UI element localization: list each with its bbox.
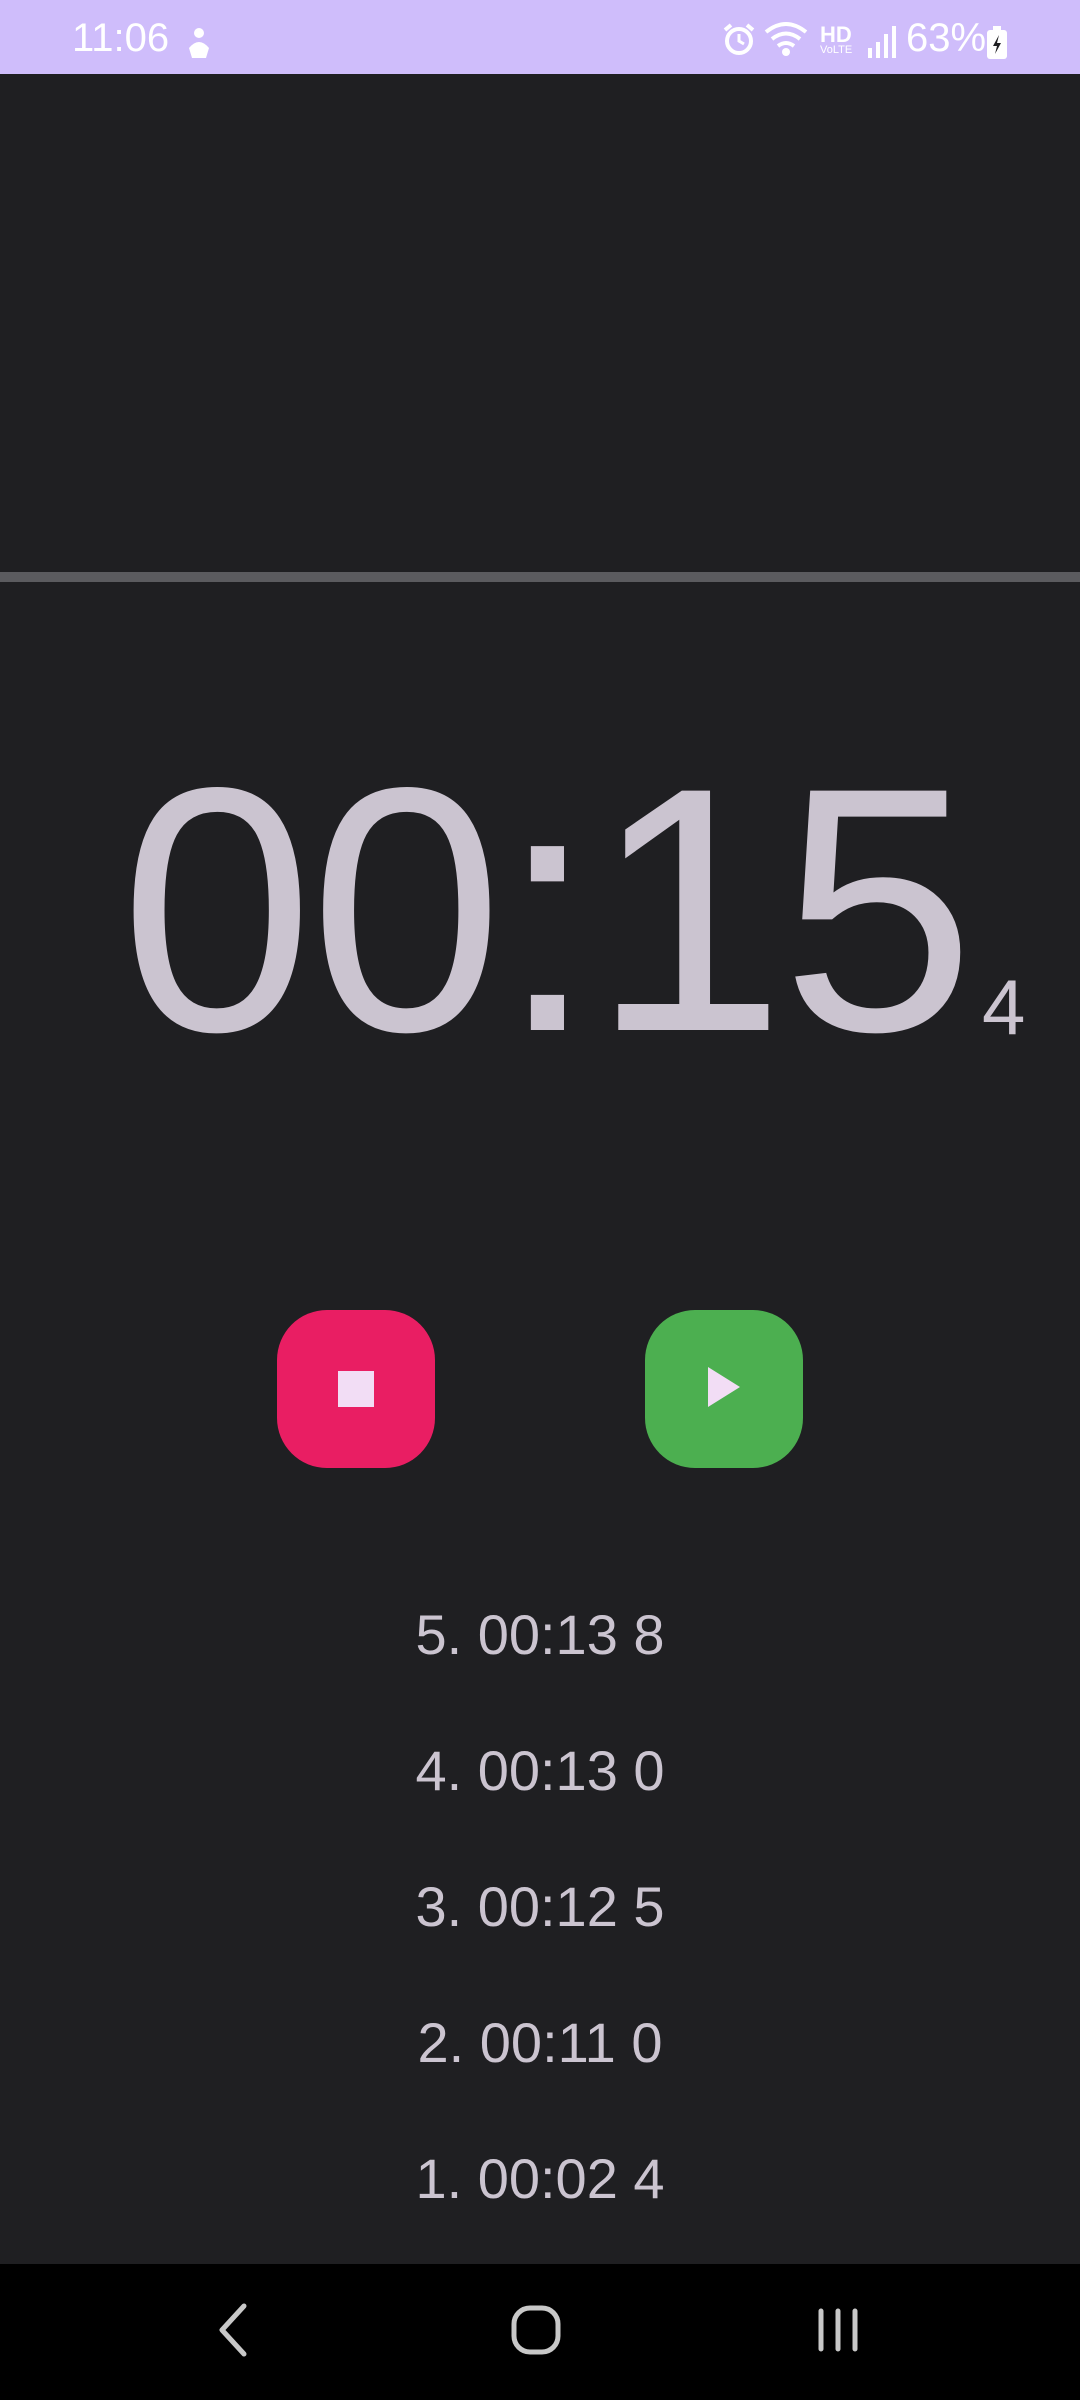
play-button[interactable]	[645, 1310, 803, 1468]
lap-item: 4. 00:13 0	[415, 1739, 665, 1802]
status-time: 11:06	[72, 16, 170, 60]
recents-button[interactable]	[798, 2292, 878, 2372]
recents-icon	[813, 2307, 863, 2358]
lap-item: 3. 00:12 5	[415, 1875, 665, 1938]
back-button[interactable]	[194, 2292, 274, 2372]
timer-fraction-value: 4	[982, 963, 1026, 1051]
back-icon	[214, 2302, 254, 2363]
alarm-icon	[722, 22, 756, 61]
person-icon	[184, 26, 214, 60]
timer-display: 00:15 4	[0, 715, 1080, 1104]
stop-button[interactable]	[277, 1310, 435, 1468]
play-icon	[704, 1365, 744, 1414]
battery-percent: 63%	[906, 16, 987, 60]
status-bar: 11:06 HD VoLTE 63%	[0, 0, 1080, 74]
hd-voice-icon: HD VoLTE	[818, 24, 858, 60]
stopwatch-screen: 11:06 HD VoLTE 63% 00:15 4 5. 00:13 8 4.…	[0, 0, 1080, 2400]
wifi-icon	[764, 20, 808, 63]
lap-item: 1. 00:02 4	[415, 2147, 665, 2210]
lap-item: 5. 00:13 8	[415, 1603, 665, 1666]
timer-main-value: 00:15	[120, 715, 975, 1104]
lap-item: 2. 00:11 0	[417, 2011, 663, 2074]
home-button[interactable]	[496, 2292, 576, 2372]
battery-icon	[986, 26, 1008, 65]
divider	[0, 572, 1080, 582]
signal-icon	[866, 24, 898, 63]
hd-label: HD	[820, 22, 852, 47]
home-icon	[510, 2304, 562, 2361]
stop-icon	[338, 1371, 374, 1407]
navigation-bar	[0, 2264, 1080, 2400]
voice-label: VoLTE	[820, 44, 853, 56]
